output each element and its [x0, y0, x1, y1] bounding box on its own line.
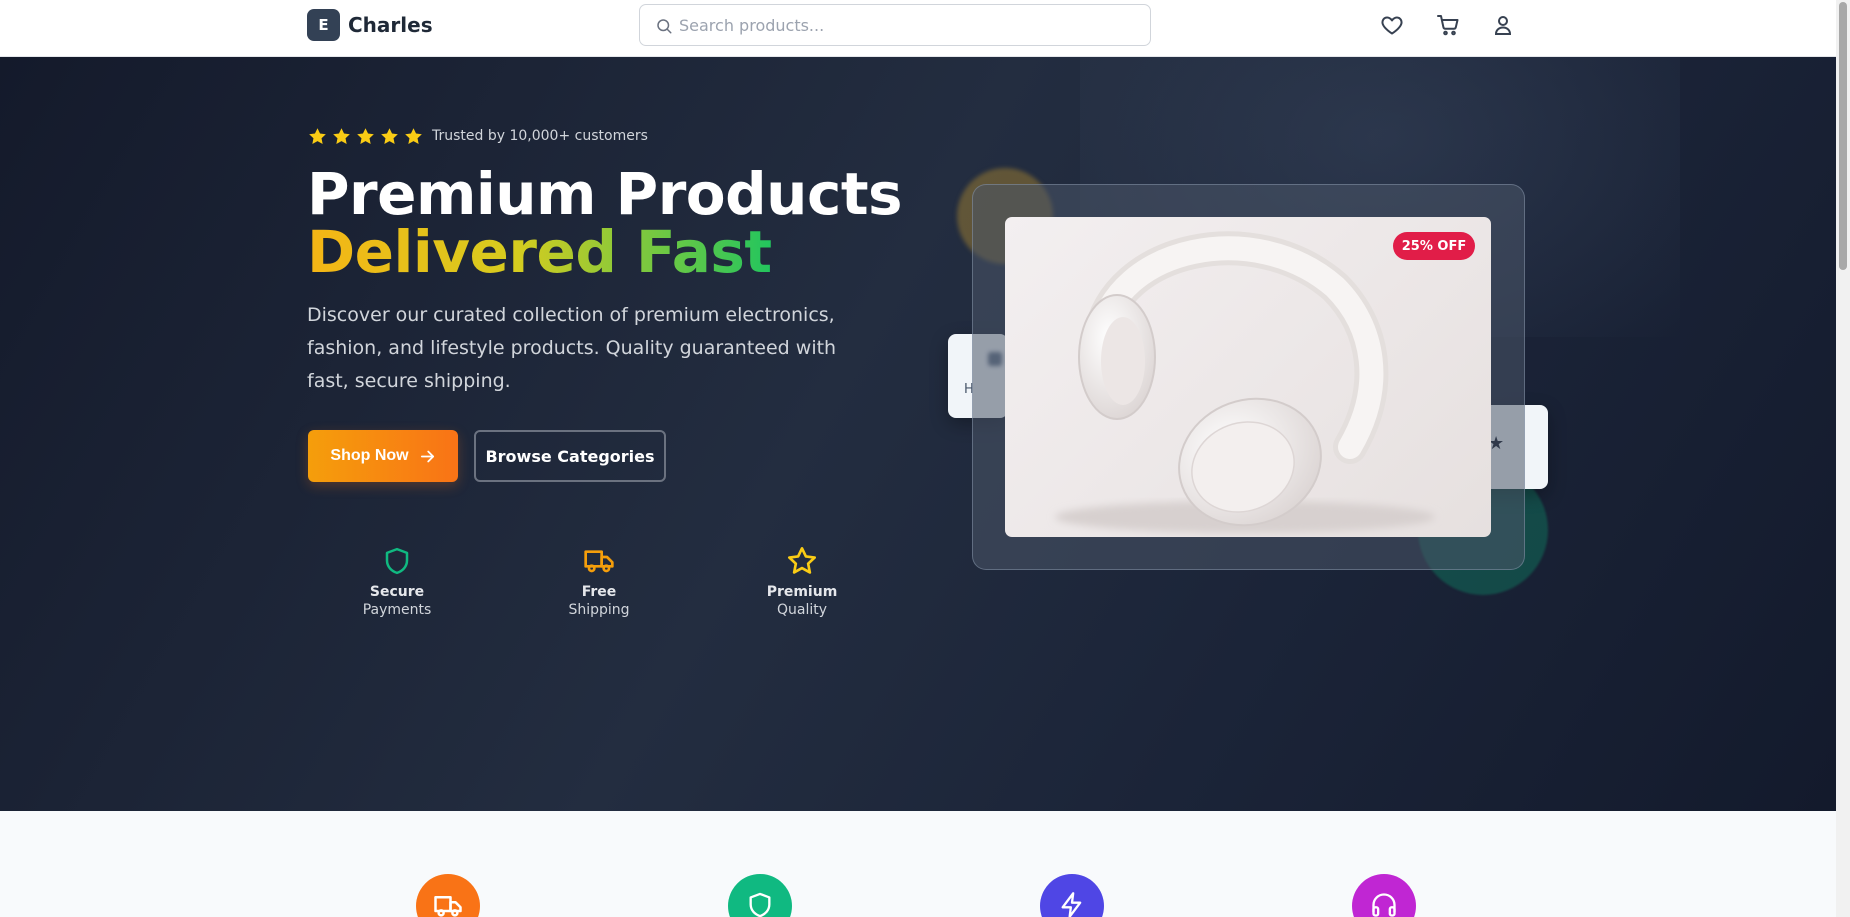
wishlist-button[interactable]	[1379, 12, 1405, 38]
star-icon	[405, 128, 422, 145]
truck-icon	[434, 896, 462, 917]
browse-categories-button[interactable]: Browse Categories	[474, 430, 666, 482]
star-icon	[788, 547, 816, 574]
feature-subtitle: Shipping	[568, 602, 630, 618]
hero-description: Discover our curated collection of premi…	[307, 304, 837, 392]
feature-free-shipping: Free Shipping	[529, 544, 669, 618]
star-icon	[381, 128, 398, 145]
brand-name[interactable]: Charles	[348, 13, 433, 37]
feature-title: Secure	[369, 584, 425, 600]
shop-now-label: Shop Now	[330, 447, 409, 464]
hero-section	[0, 57, 1836, 811]
star-icon	[333, 128, 350, 145]
feature-title: Free	[581, 584, 617, 600]
shield-icon	[749, 892, 771, 917]
headphones-icon	[1372, 893, 1396, 917]
scrollbar-thumb[interactable]	[1839, 2, 1847, 270]
feature-subtitle: Quality	[776, 602, 828, 618]
search-input[interactable]	[679, 5, 1139, 45]
rating-stars	[307, 126, 424, 147]
services-section	[0, 811, 1836, 917]
headphones-image	[1055, 231, 1435, 533]
feature-secure-payments: Secure Payments	[327, 544, 467, 618]
top-navigation-bar: E Charles	[0, 0, 1836, 57]
trusted-text: Trusted by 10,000+ customers	[432, 128, 648, 144]
user-icon	[1494, 16, 1512, 35]
logo-icon[interactable]: E	[307, 9, 340, 41]
arrow-right-icon	[420, 450, 434, 462]
heart-icon	[1381, 16, 1403, 35]
discount-badge: 25% OFF	[1393, 232, 1475, 260]
account-button[interactable]	[1490, 12, 1516, 38]
star-icon	[309, 128, 326, 145]
feature-title: Premium	[766, 584, 838, 600]
hero-title-highlight: Delivered Fast	[307, 218, 772, 286]
cart-icon	[1437, 15, 1459, 36]
lightning-icon	[1061, 892, 1082, 917]
search-icon	[657, 19, 672, 34]
star-icon	[357, 128, 374, 145]
search-bar[interactable]	[639, 4, 1151, 46]
cart-button[interactable]	[1435, 12, 1461, 38]
truck-icon	[584, 550, 614, 573]
product-image[interactable]	[1005, 217, 1491, 537]
feature-subtitle: Payments	[362, 602, 432, 618]
shield-icon	[385, 547, 409, 575]
page-scrollbar[interactable]	[1836, 0, 1850, 917]
feature-premium-quality: Premium Quality	[732, 544, 872, 618]
shop-now-button[interactable]: Shop Now	[308, 430, 458, 482]
